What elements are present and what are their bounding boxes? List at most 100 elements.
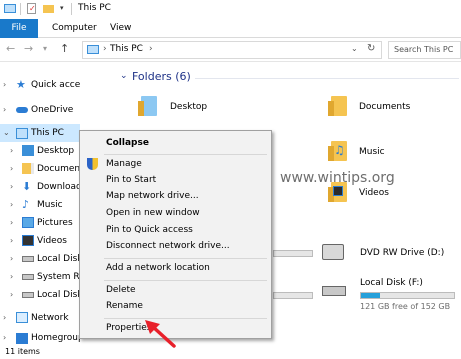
sidebar-item-documents[interactable]: › Documents	[0, 160, 80, 178]
disk-icon	[322, 286, 346, 296]
folders-group-header[interactable]: Folders (6)	[132, 70, 191, 83]
music-note-icon: ♫	[334, 143, 345, 157]
network-icon	[16, 312, 28, 323]
menu-item-pin-to-start[interactable]: Pin to Start	[106, 172, 156, 188]
sidebar-item-desktop[interactable]: › Desktop	[0, 142, 80, 160]
expand-chevron-icon[interactable]: ›	[10, 142, 13, 160]
expand-chevron-icon[interactable]: ›	[10, 214, 13, 232]
sidebar-item-homegroup[interactable]: › Homegroup	[0, 332, 80, 344]
title-bar: ✓ ▾ This PC	[0, 0, 461, 19]
expand-chevron-icon[interactable]: ›	[3, 76, 6, 94]
collapse-group-chevron-icon[interactable]: ⌄	[120, 71, 128, 81]
menu-item-delete[interactable]: Delete	[106, 282, 136, 298]
item-count: 11 items	[5, 347, 40, 356]
menu-item-add-network-location[interactable]: Add a network location	[106, 260, 210, 276]
ribbon-tabs: File Computer View	[0, 19, 461, 38]
dvd-drive-icon	[322, 244, 344, 260]
status-bar: 11 items	[0, 344, 461, 359]
drive-dvd[interactable]: DVD RW Drive (D:)	[320, 240, 460, 274]
sidebar-item-quick-access[interactable]: › ★ Quick access	[0, 76, 80, 94]
sidebar-item-pictures[interactable]: › Pictures	[0, 214, 80, 232]
back-arrow-icon[interactable]: ←	[6, 42, 15, 55]
expand-chevron-icon[interactable]: ›	[10, 286, 13, 304]
menu-separator	[104, 318, 267, 319]
new-folder-quick-icon[interactable]	[43, 5, 54, 13]
expand-chevron-icon[interactable]: ›	[10, 160, 13, 178]
sidebar-item-system-reserved[interactable]: › System Rese	[0, 268, 80, 286]
menu-item-collapse[interactable]: Collapse	[106, 135, 149, 151]
drive-usage-bar-hidden	[273, 292, 313, 299]
desktop-folder-icon	[138, 96, 157, 116]
up-arrow-icon[interactable]: ↑	[60, 42, 69, 55]
downloads-folder-icon: ⬇	[22, 180, 32, 193]
context-menu: Collapse Manage Pin to Start Map network…	[79, 130, 272, 339]
tab-file[interactable]: File	[0, 19, 38, 38]
drive-local-disk-f[interactable]: Local Disk (F:) 121 GB free of 152 GB	[320, 276, 460, 314]
tab-view[interactable]: View	[102, 19, 139, 38]
sidebar-item-onedrive[interactable]: › OneDrive	[0, 101, 80, 119]
shield-icon	[87, 158, 98, 170]
group-header-divider	[195, 78, 459, 79]
menu-separator	[104, 258, 267, 259]
sidebar-item-local-disk-f[interactable]: › Local Disk	[0, 286, 80, 304]
menu-item-open-new-window[interactable]: Open in new window	[106, 205, 200, 221]
properties-quick-icon[interactable]: ✓	[27, 3, 36, 14]
computer-icon	[16, 128, 28, 139]
expand-chevron-icon[interactable]: ›	[10, 178, 13, 196]
sidebar-item-music[interactable]: › ♪ Music	[0, 196, 80, 214]
documents-folder-icon	[328, 96, 347, 116]
window-title: This PC	[78, 3, 111, 13]
disk-icon	[22, 274, 34, 280]
qat-dropdown-icon[interactable]: ▾	[60, 4, 64, 12]
folder-documents[interactable]: Documents	[325, 94, 455, 132]
expand-chevron-icon[interactable]: ›	[10, 250, 13, 268]
music-folder-icon: ♪	[22, 198, 30, 211]
menu-item-map-network-drive[interactable]: Map network drive...	[106, 188, 199, 204]
address-dropdown-icon[interactable]: ⌄	[351, 44, 358, 53]
expand-chevron-icon[interactable]: ›	[3, 309, 6, 327]
menu-item-rename[interactable]: Rename	[106, 298, 143, 314]
drive-usage-bar	[360, 292, 455, 299]
expand-chevron-icon[interactable]: ›	[10, 268, 13, 286]
sidebar-item-this-pc[interactable]: ⌄ This PC	[0, 124, 80, 142]
menu-item-disconnect-network-drive[interactable]: Disconnect network drive...	[106, 238, 230, 254]
sidebar-item-local-disk-c[interactable]: › Local Disk	[0, 250, 80, 268]
videos-folder-icon	[22, 235, 34, 246]
sidebar-item-network[interactable]: › Network	[0, 309, 80, 327]
divider	[20, 3, 21, 15]
menu-separator	[104, 154, 267, 155]
star-icon: ★	[16, 78, 26, 91]
folder-desktop[interactable]: Desktop	[135, 94, 285, 132]
forward-arrow-icon[interactable]: →	[24, 42, 33, 55]
navigation-pane: › ★ Quick access › OneDrive ⌄ This PC › …	[0, 62, 80, 344]
breadcrumb-this-pc[interactable]: This PC	[110, 44, 143, 54]
film-icon	[333, 186, 343, 196]
refresh-icon[interactable]: ↻	[367, 43, 375, 54]
breadcrumb-separator-icon[interactable]: ›	[103, 44, 107, 54]
menu-item-pin-quick-access[interactable]: Pin to Quick access	[106, 222, 193, 238]
disk-icon	[22, 292, 34, 298]
breadcrumb-separator-icon[interactable]: ›	[149, 44, 153, 54]
watermark: www.wintips.org	[280, 170, 395, 186]
cloud-icon	[16, 107, 28, 113]
expand-chevron-icon[interactable]: ›	[10, 196, 13, 214]
computer-icon	[87, 45, 99, 54]
checkmark-icon: ✓	[29, 4, 36, 13]
collapse-chevron-icon[interactable]: ⌄	[3, 124, 10, 142]
pictures-folder-icon	[22, 217, 34, 228]
menu-item-manage[interactable]: Manage	[106, 156, 142, 172]
menu-separator	[104, 280, 267, 281]
search-input[interactable]: Search This PC	[388, 41, 461, 59]
sidebar-item-videos[interactable]: › Videos	[0, 232, 80, 250]
recent-dropdown-icon[interactable]: ▾	[43, 44, 47, 53]
homegroup-icon	[16, 333, 28, 344]
address-bar[interactable]: › This PC › ⌄ ↻	[82, 41, 382, 59]
expand-chevron-icon[interactable]: ›	[10, 232, 13, 250]
tab-computer[interactable]: Computer	[44, 19, 105, 38]
expand-chevron-icon[interactable]: ›	[3, 101, 6, 119]
sidebar-item-downloads[interactable]: › ⬇ Downloads	[0, 178, 80, 196]
documents-folder-icon	[22, 163, 34, 174]
desktop-folder-icon	[22, 145, 34, 156]
expand-chevron-icon[interactable]: ›	[3, 332, 6, 344]
disk-icon	[22, 256, 34, 262]
